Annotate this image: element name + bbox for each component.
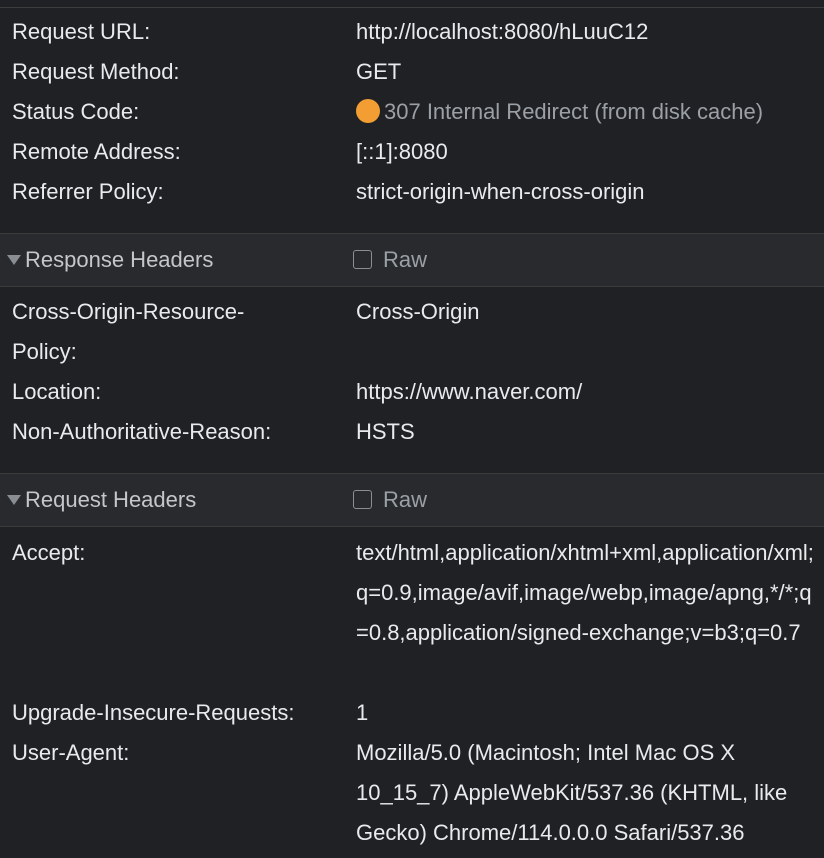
header-value[interactable]: Cross-Origin — [356, 292, 824, 332]
header-key: Cross-Origin-Resource-Policy: — [12, 299, 245, 364]
status-dot-icon — [356, 99, 380, 123]
general-value-status[interactable]: 307 Internal Redirect (from disk cache) — [356, 92, 824, 132]
response-row-corp: Cross-Origin-Resource-Policy: Cross-Orig… — [0, 292, 824, 372]
triangle-down-icon[interactable] — [7, 495, 21, 505]
request-row-accept: Accept: text/html,application/xhtml+xml,… — [0, 533, 824, 693]
request-row-user-agent: User-Agent: Mozilla/5.0 (Macintosh; Inte… — [0, 733, 824, 853]
header-value[interactable]: Mozilla/5.0 (Macintosh; Intel Mac OS X 1… — [356, 733, 824, 853]
header-key: Location: — [12, 379, 102, 404]
header-key: Accept: — [12, 540, 86, 565]
raw-label[interactable]: Raw — [383, 234, 427, 286]
section-title[interactable]: Request Headers — [25, 474, 196, 526]
checkbox-icon[interactable] — [353, 490, 372, 509]
header-key: Non-Authoritative-Reason: — [12, 419, 272, 444]
request-headers-list: Accept: text/html,application/xhtml+xml,… — [0, 527, 824, 853]
general-key: Referrer Policy: — [12, 179, 164, 204]
general-section: Request URL: http://localhost:8080/hLuuC… — [0, 8, 824, 233]
response-row-location: Location: https://www.naver.com/ — [0, 372, 824, 412]
general-value[interactable]: http://localhost:8080/hLuuC12 — [356, 12, 824, 52]
section-title[interactable]: Response Headers — [25, 234, 213, 286]
response-row-non-authoritative-reason: Non-Authoritative-Reason: HSTS — [0, 412, 824, 452]
header-value[interactable]: 1 — [356, 693, 824, 733]
general-key: Request URL: — [12, 19, 151, 44]
response-headers-list: Cross-Origin-Resource-Policy: Cross-Orig… — [0, 287, 824, 473]
response-headers-header[interactable]: Response Headers Raw — [0, 233, 824, 287]
general-key: Remote Address: — [12, 139, 181, 164]
general-value[interactable]: strict-origin-when-cross-origin — [356, 172, 824, 212]
header-value[interactable]: HSTS — [356, 412, 824, 452]
request-headers-header[interactable]: Request Headers Raw — [0, 473, 824, 527]
general-row-request-method: Request Method: GET — [0, 52, 824, 92]
general-value[interactable]: GET — [356, 52, 824, 92]
header-value[interactable]: text/html,application/xhtml+xml,applicat… — [356, 533, 824, 653]
general-row-remote-address: Remote Address: [::1]:8080 — [0, 132, 824, 172]
general-row-request-url: Request URL: http://localhost:8080/hLuuC… — [0, 12, 824, 52]
header-key: Upgrade-Insecure-Requests: — [12, 700, 295, 725]
general-key: Request Method: — [12, 59, 180, 84]
triangle-down-icon[interactable] — [7, 255, 21, 265]
request-row-upgrade-insecure: Upgrade-Insecure-Requests: 1 — [0, 693, 824, 733]
top-border — [0, 0, 824, 8]
status-text: 307 Internal Redirect (from disk cache) — [384, 99, 764, 124]
header-value[interactable]: https://www.naver.com/ — [356, 372, 824, 412]
header-key: User-Agent: — [12, 740, 130, 765]
general-row-referrer-policy: Referrer Policy: strict-origin-when-cros… — [0, 172, 824, 212]
checkbox-icon[interactable] — [353, 250, 372, 269]
general-row-status-code: Status Code: 307 Internal Redirect (from… — [0, 92, 824, 132]
general-value[interactable]: [::1]:8080 — [356, 132, 824, 172]
general-key: Status Code: — [12, 99, 140, 124]
raw-label[interactable]: Raw — [383, 474, 427, 526]
